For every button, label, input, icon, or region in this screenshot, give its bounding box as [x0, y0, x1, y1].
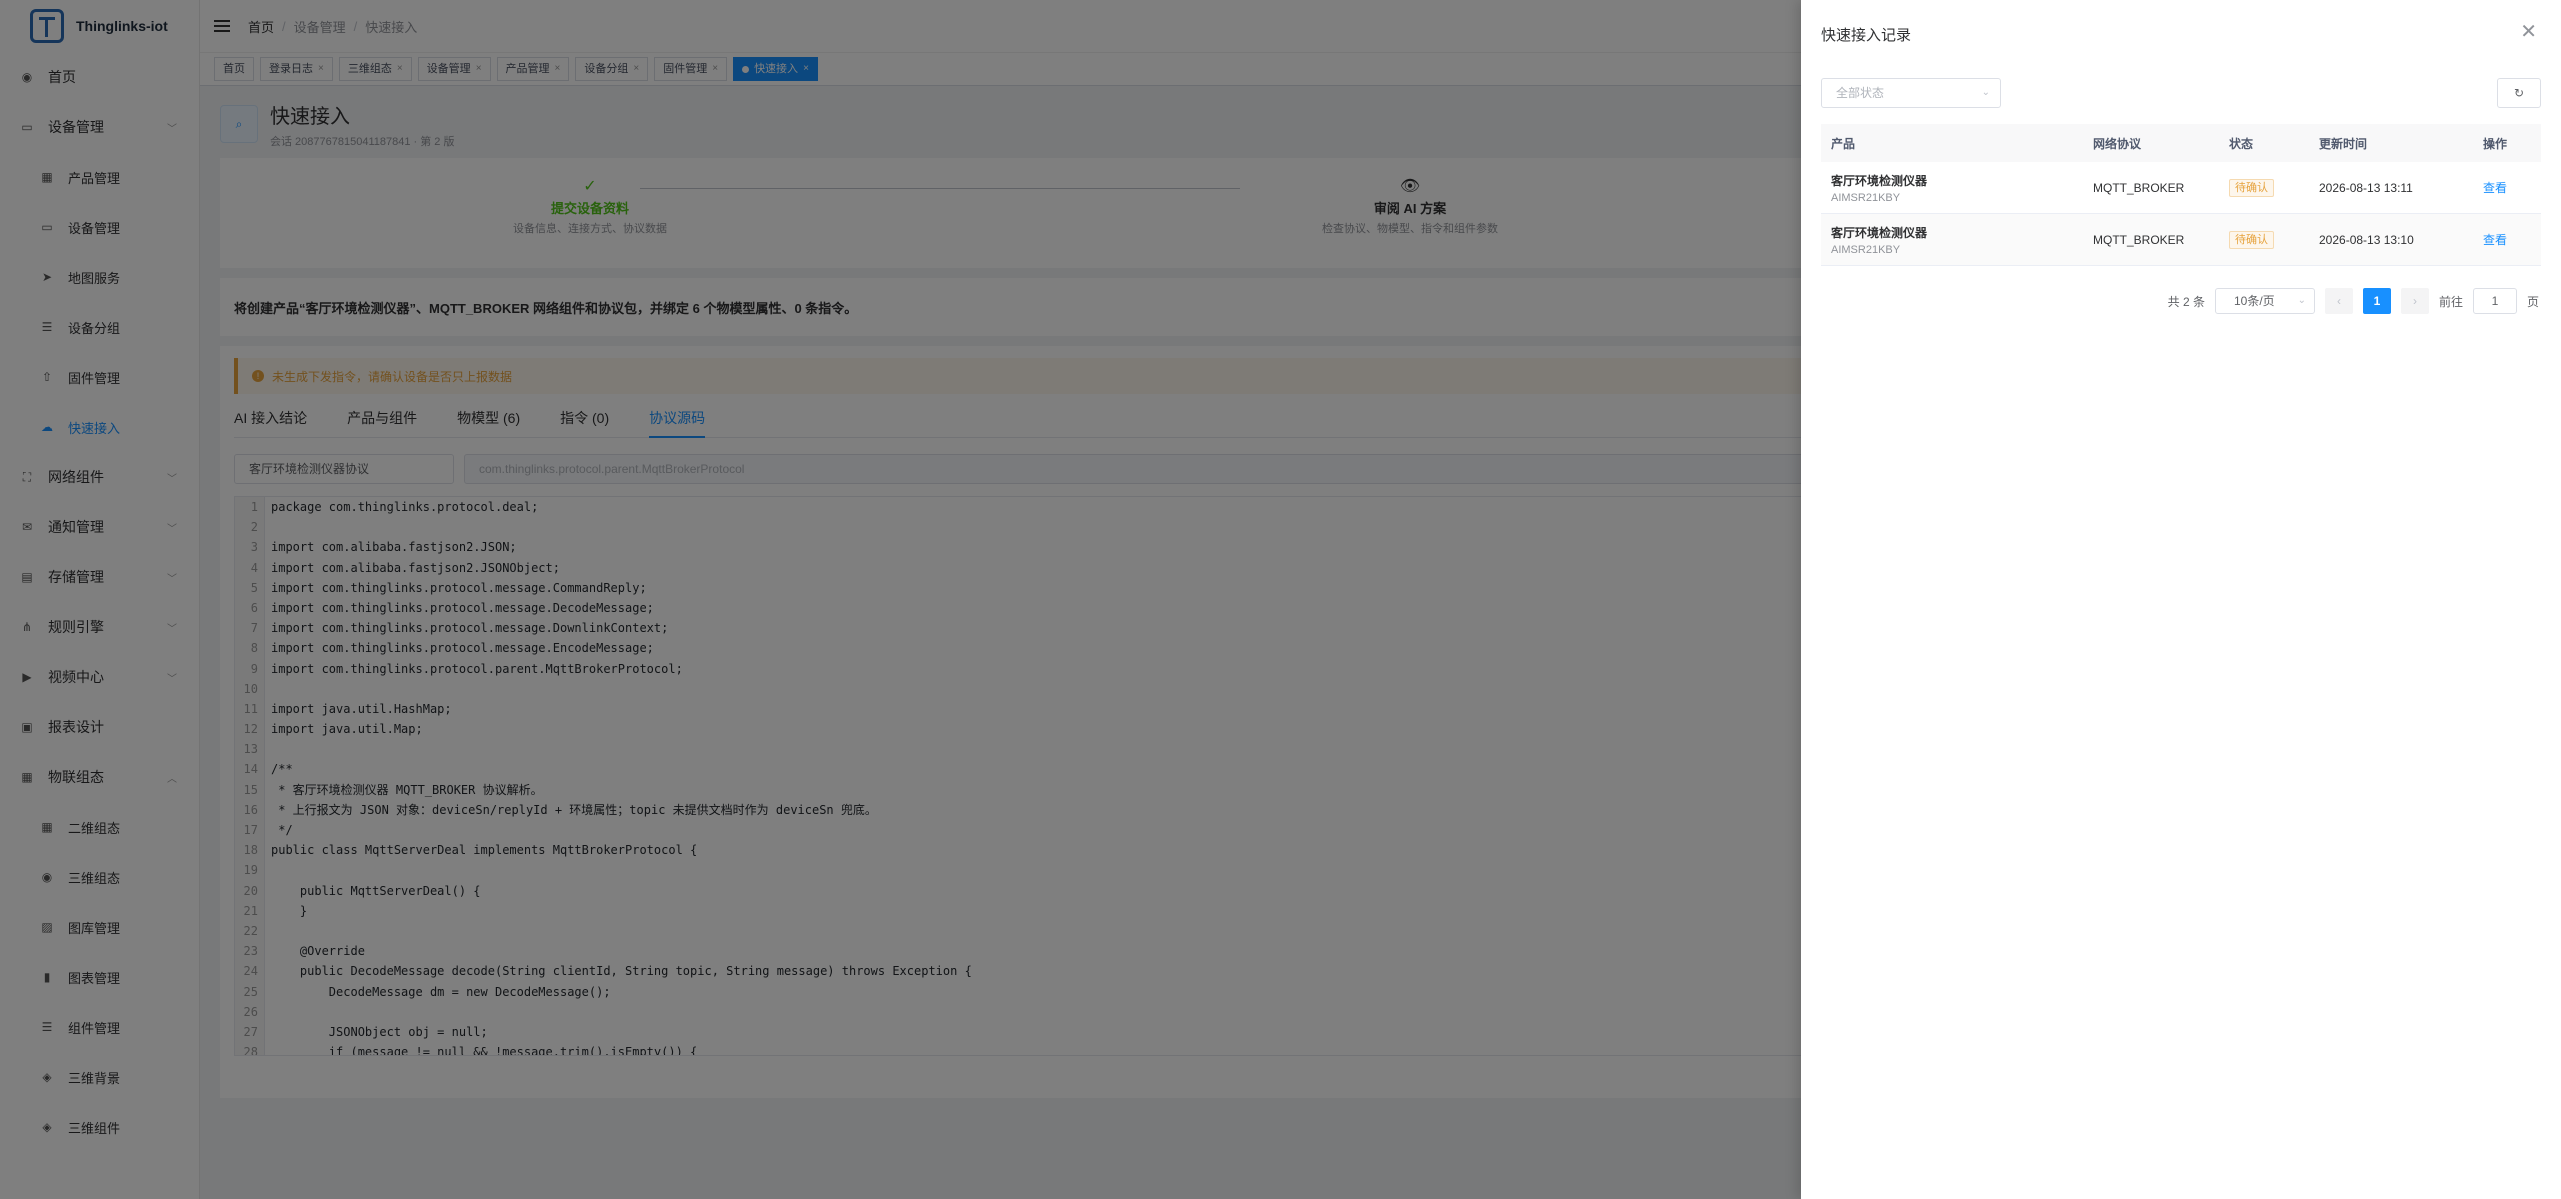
time-cell: 2026-08-13 13:10	[2319, 232, 2414, 247]
pagination-total: 共 2 条	[2167, 294, 2205, 309]
column-header: 产品	[1831, 136, 1856, 151]
page-size-select[interactable]: 10条/页 ⌄	[2214, 288, 2315, 314]
view-link[interactable]: 查看	[2483, 181, 2507, 195]
protocol-cell: MQTT_BROKER	[2093, 232, 2185, 247]
status-filter-select[interactable]: 全部状态 ⌄	[1821, 78, 2001, 108]
goto-page-input[interactable]: 1	[2472, 288, 2517, 314]
status-badge: 待确认	[2229, 178, 2274, 197]
drawer-title: 快速接入记录	[1821, 27, 1912, 44]
product-cell: 客厅环境检测仪器 AIMSR21KBY	[1821, 224, 2093, 256]
chevron-down-icon: ⌄	[2297, 295, 2306, 306]
table-row: 客厅环境检测仪器 AIMSR21KBY MQTT_BROKER 待确认 2026-08-…	[1821, 214, 2541, 266]
time-cell: 2026-08-13 13:11	[2319, 180, 2413, 195]
view-link[interactable]: 查看	[2483, 233, 2507, 247]
page-size-value: 10条/页	[2233, 294, 2275, 308]
product-cell: 客厅环境检测仪器 AIMSR21KBY	[1821, 172, 2093, 204]
goto-suffix: 页	[2526, 294, 2539, 309]
product-code: AIMSR21KBY	[1831, 243, 1901, 256]
column-header: 网络协议	[2093, 136, 2142, 151]
table-header: 产品 网络协议 状态 更新时间 操作	[1821, 124, 2541, 162]
status-cell: 待确认	[2229, 178, 2319, 197]
action-cell: 查看	[2483, 231, 2541, 248]
table-row: 客厅环境检测仪器 AIMSR21KBY MQTT_BROKER 待确认 2026-08-…	[1821, 162, 2541, 214]
column-header: 状态	[2229, 136, 2254, 151]
status-cell: 待确认	[2229, 230, 2319, 249]
goto-prefix: 前往	[2438, 294, 2463, 309]
records-drawer: 快速接入记录 ✕ 全部状态 ⌄ ↻ 产品 网络协议 状态 更新时间 操作 客厅环…	[1801, 0, 2561, 1199]
table-body: 客厅环境检测仪器 AIMSR21KBY MQTT_BROKER 待确认 2026-08-…	[1821, 162, 2541, 266]
column-header: 更新时间	[2319, 136, 2368, 151]
refresh-icon: ↻	[2513, 86, 2525, 100]
status-badge: 待确认	[2229, 230, 2274, 249]
status-filter-placeholder: 全部状态	[1836, 86, 1885, 100]
close-icon[interactable]: ✕	[2520, 22, 2537, 42]
next-page-button[interactable]: ›	[2400, 288, 2429, 314]
prev-page-button[interactable]: ‹	[2324, 288, 2353, 314]
product-name: 客厅环境检测仪器	[1831, 173, 1928, 188]
column-header: 操作	[2483, 136, 2508, 151]
pagination: 共 2 条 10条/页 ⌄ ‹ 1 › 前往 1 页	[2168, 288, 2539, 314]
action-cell: 查看	[2483, 179, 2541, 196]
refresh-button[interactable]: ↻	[2497, 78, 2541, 108]
records-table: 产品 网络协议 状态 更新时间 操作 客厅环境检测仪器 AIMSR21KBY MQT…	[1821, 124, 2541, 266]
product-name: 客厅环境检测仪器	[1831, 225, 1928, 240]
product-code: AIMSR21KBY	[1831, 191, 1901, 204]
chevron-down-icon: ⌄	[1981, 87, 1990, 98]
protocol-cell: MQTT_BROKER	[2093, 180, 2185, 195]
page-number[interactable]: 1	[2362, 288, 2391, 314]
